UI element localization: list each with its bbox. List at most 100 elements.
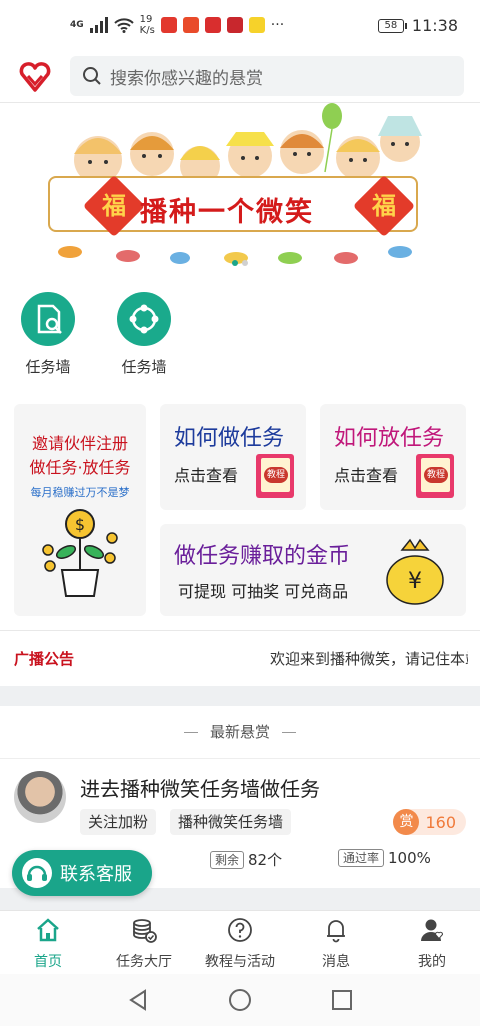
bag-symbol: ¥: [408, 569, 422, 594]
broadcast-label: 广播公告: [14, 650, 75, 668]
user-icon: [421, 919, 443, 941]
net-speed-value: 19: [139, 14, 153, 25]
home-icon: [37, 918, 59, 942]
book-tag: 教程: [424, 467, 448, 483]
pass-rate-stat: 通过率 100%: [338, 849, 431, 867]
coins-card[interactable]: 做任务赚取的金币 可提现 可抽奖 可兑商品 ¥: [160, 524, 466, 616]
nav-messages[interactable]: 消息: [288, 917, 384, 971]
reward-amount: 160: [425, 812, 456, 832]
card-subtitle: 点击查看: [334, 466, 399, 485]
fu-character: 福: [102, 192, 126, 220]
book-tag: 教程: [264, 467, 288, 483]
remaining-label: 剩余: [210, 850, 245, 869]
quick-link-label: 任务墙: [25, 358, 71, 376]
nav-tutorials[interactable]: 教程与活动: [192, 917, 288, 971]
nav-label: 首页: [34, 954, 62, 970]
wifi-icon: [113, 18, 134, 33]
customer-service-label: 联系客服: [60, 864, 132, 885]
app-notification-icon: [248, 17, 265, 33]
document-search-icon: [21, 292, 75, 346]
app-header: 搜索你感兴趣的悬赏: [0, 52, 480, 102]
coins-stack-icon: [133, 919, 157, 943]
bell-icon: [327, 920, 345, 943]
app-notification-icon: [182, 17, 199, 33]
clock: 11:38: [411, 16, 458, 35]
invite-line1: 邀请伙伴注册: [31, 434, 128, 453]
app-notification-icon: [226, 17, 243, 33]
reward-icon: 赏: [393, 809, 420, 835]
heading-line: [282, 732, 296, 733]
app-notification-icon: [204, 17, 221, 33]
search-bar[interactable]: 搜索你感兴趣的悬赏: [70, 56, 464, 96]
quick-link-task-wall-1[interactable]: 任务墙: [8, 292, 88, 377]
remaining-stat: 剩余 82个: [210, 849, 282, 870]
card-subtitle: 可提现 可抽奖 可兑商品: [178, 582, 349, 601]
avatar: [14, 771, 66, 823]
net-speed: 19 K/s: [140, 14, 155, 36]
search-icon: [83, 67, 101, 85]
recents-icon[interactable]: [330, 988, 354, 1012]
broadcast-text: 欢迎来到播种微笑，请记住本站: [270, 650, 468, 668]
quick-link-task-wall-2[interactable]: 任务墙: [104, 292, 184, 377]
status-right: 58 11:38: [377, 16, 458, 35]
headset-icon: [22, 858, 52, 888]
nav-label: 消息: [322, 954, 350, 970]
carousel-dot[interactable]: [232, 260, 238, 266]
nav-label: 任务大厅: [116, 954, 172, 970]
invite-card[interactable]: 邀请伙伴注册 做任务·放任务 每月稳赚过万不是梦 $: [14, 404, 146, 616]
section-gap: [0, 686, 480, 706]
task-tag: 关注加粉: [80, 809, 157, 835]
heading-line: [183, 732, 198, 733]
search-placeholder: 搜索你感兴趣的悬赏: [110, 68, 263, 89]
question-circle-icon: [228, 918, 252, 942]
pass-rate-value: 100%: [388, 849, 431, 867]
card-title: 如何做任务: [174, 426, 285, 451]
signal-icon: [89, 17, 108, 33]
bottom-nav: 首页 任务大厅 教程与活动 消息 我的: [0, 910, 480, 974]
money-plant-icon: $: [42, 509, 118, 597]
system-navigation-bar: [0, 974, 480, 1026]
task-title: 进去播种微笑任务墙做任务: [80, 777, 320, 801]
tutorial-book-icon: 教程: [416, 454, 454, 498]
status-left: 4G 19 K/s ···: [70, 14, 284, 36]
task-tag: 播种微笑任务墙: [170, 809, 292, 835]
money-bag-icon: ¥: [386, 538, 444, 605]
app-logo-icon[interactable]: [18, 60, 52, 94]
tutorial-book-icon: 教程: [256, 454, 294, 498]
network-type: 4G: [70, 20, 84, 30]
invite-sub: 每月稳赚过万不是梦: [30, 486, 130, 499]
battery-icon: 58: [377, 18, 407, 33]
customer-service-button[interactable]: 联系客服: [12, 850, 152, 896]
carousel-dot[interactable]: [242, 260, 248, 266]
broadcast-bar[interactable]: 广播公告 欢迎来到播种微笑，请记住本站: [0, 636, 480, 684]
how-to-do-task-card[interactable]: 如何做任务 点击查看 教程: [160, 404, 306, 510]
pass-rate-label: 通过率: [338, 849, 385, 867]
banner-slogan: 播种一个微笑: [140, 197, 314, 228]
reward-badge: 赏 160: [393, 809, 466, 835]
card-title: 做任务赚取的金币: [174, 544, 351, 569]
invite-line2: 做任务·放任务: [29, 458, 131, 477]
card-title: 如何放任务: [334, 426, 445, 451]
nav-label: 教程与活动: [205, 954, 275, 970]
card-subtitle: 点击查看: [174, 466, 239, 485]
fu-character: 福: [372, 192, 396, 220]
svg-text:$: $: [75, 515, 85, 534]
how-to-post-task-card[interactable]: 如何放任务 点击查看 教程: [320, 404, 466, 510]
nav-task-hall[interactable]: 任务大厅: [96, 917, 192, 971]
nav-profile[interactable]: 我的: [384, 917, 480, 971]
back-icon[interactable]: [126, 988, 150, 1012]
status-bar: 4G 19 K/s ··· 58 11:38: [0, 0, 480, 52]
home-circle-icon[interactable]: [228, 988, 252, 1012]
remaining-value: 82个: [248, 851, 283, 869]
latest-heading: 最新悬赏: [0, 710, 480, 754]
section-divider: [0, 630, 480, 631]
nav-label: 我的: [418, 954, 446, 970]
more-notifications: ···: [270, 17, 285, 33]
nav-home[interactable]: 首页: [0, 917, 96, 971]
app-notification-icon: [160, 17, 177, 33]
latest-heading-text: 最新悬赏: [209, 723, 270, 741]
quick-link-label: 任务墙: [121, 358, 167, 376]
battery-level: 58: [384, 19, 398, 31]
network-nodes-icon: [117, 292, 171, 346]
net-speed-unit: K/s: [139, 25, 155, 36]
